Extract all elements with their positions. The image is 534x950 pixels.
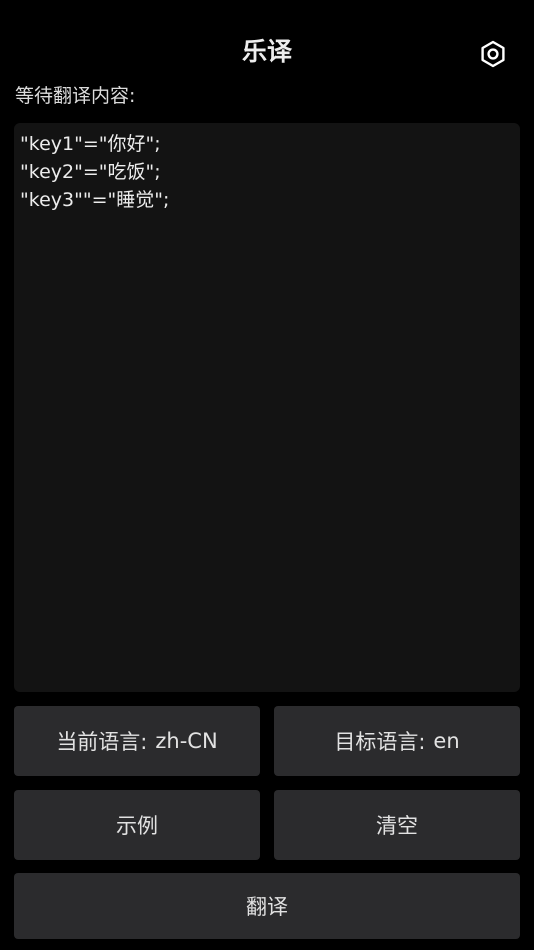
target-language-label: 目标语言: xyxy=(334,730,426,754)
example-button[interactable]: 示例 xyxy=(14,790,260,860)
current-language-button[interactable]: 当前语言: zh-CN xyxy=(14,706,260,776)
settings-button[interactable] xyxy=(476,37,510,71)
translate-button[interactable]: 翻译 xyxy=(14,873,520,939)
translation-input[interactable]: "key1"="你好"; "key2"="吃饭"; "key3""="睡觉"; xyxy=(14,123,520,692)
target-language-button[interactable]: 目标语言: en xyxy=(274,706,520,776)
target-language-value: en xyxy=(433,729,460,753)
gear-icon xyxy=(481,40,505,68)
current-language-value: zh-CN xyxy=(155,729,218,753)
page-title: 乐译 xyxy=(241,37,292,66)
current-language-label: 当前语言: xyxy=(56,730,148,754)
clear-button[interactable]: 清空 xyxy=(274,790,520,860)
input-label: 等待翻译内容: xyxy=(15,85,136,107)
